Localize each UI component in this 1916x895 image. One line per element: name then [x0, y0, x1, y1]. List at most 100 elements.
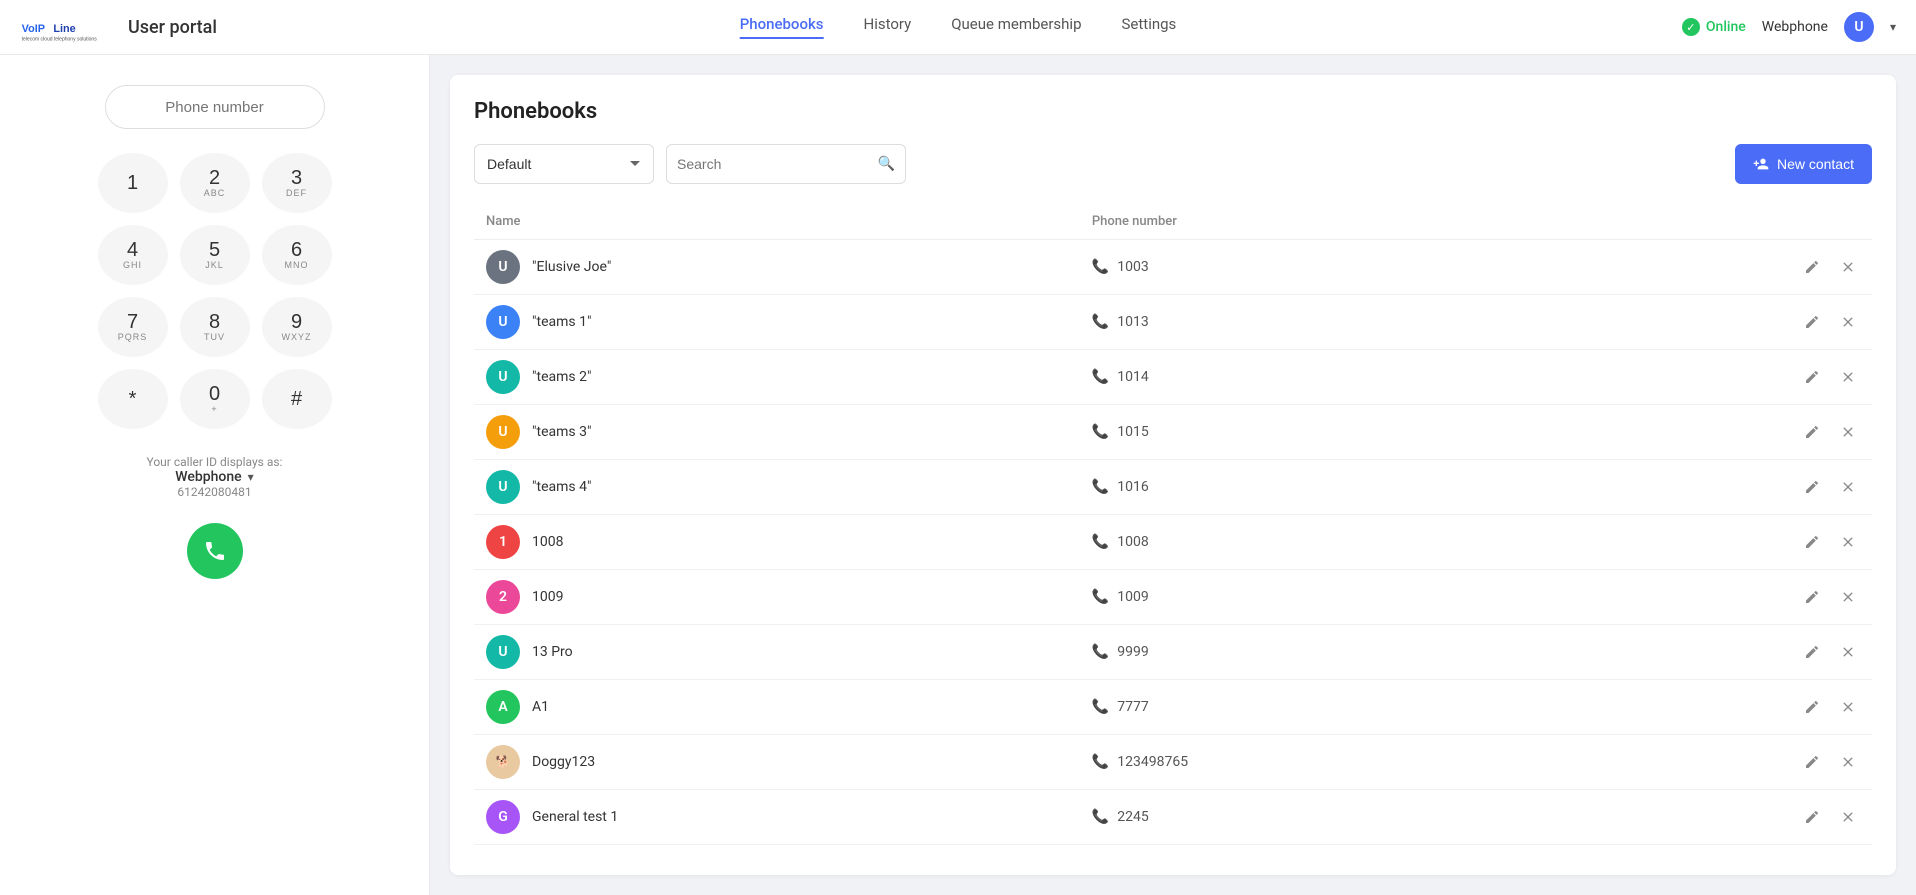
dial-key-0[interactable]: 0+	[180, 369, 250, 429]
dial-key-7[interactable]: 7PQRS	[98, 297, 168, 357]
delete-contact-button[interactable]	[1836, 530, 1860, 554]
edit-icon	[1804, 589, 1820, 605]
phone-icon: 📞	[1092, 699, 1109, 715]
delete-contact-button[interactable]	[1836, 475, 1860, 499]
delete-contact-button[interactable]	[1836, 365, 1860, 389]
contact-phone-number: 1016	[1117, 479, 1148, 495]
webphone-label: Webphone	[1762, 19, 1828, 35]
dial-key-5[interactable]: 5JKL	[180, 225, 250, 285]
search-input[interactable]	[677, 156, 870, 172]
contact-phone-number: 123498765	[1117, 754, 1188, 770]
phonebooks-toolbar: Default 🔍 New contact	[474, 144, 1872, 184]
contact-name-cell: U "teams 1"	[474, 295, 1080, 350]
contact-name: 1009	[532, 589, 563, 605]
main-layout: 12ABC3DEF4GHI5JKL6MNO7PQRS8TUV9WXYZ*0+# …	[0, 55, 1916, 895]
close-icon	[1840, 314, 1856, 330]
contact-name: "teams 4"	[532, 479, 591, 495]
contact-avatar: 🐕	[486, 745, 520, 779]
phone-number-input[interactable]	[105, 85, 325, 129]
contact-actions-cell	[1546, 735, 1872, 790]
phone-call-icon	[203, 539, 227, 563]
edit-contact-button[interactable]	[1800, 475, 1824, 499]
delete-contact-button[interactable]	[1836, 255, 1860, 279]
delete-contact-button[interactable]	[1836, 695, 1860, 719]
caller-id-name[interactable]: Webphone ▾	[147, 469, 283, 485]
edit-contact-button[interactable]	[1800, 310, 1824, 334]
main-nav: Phonebooks History Queue membership Sett…	[740, 15, 1177, 39]
dial-key-4[interactable]: 4GHI	[98, 225, 168, 285]
contact-phone-cell: 📞 1015	[1080, 405, 1546, 460]
contact-name: "teams 3"	[532, 424, 591, 440]
delete-contact-button[interactable]	[1836, 640, 1860, 664]
phone-icon: 📞	[1092, 369, 1109, 385]
caller-id-chevron-icon: ▾	[248, 470, 254, 484]
delete-contact-button[interactable]	[1836, 585, 1860, 609]
contact-phone-number: 1008	[1117, 534, 1148, 550]
contact-phone-number: 9999	[1117, 644, 1148, 660]
edit-icon	[1804, 699, 1820, 715]
contact-phone-number: 1013	[1117, 314, 1148, 330]
nav-settings[interactable]: Settings	[1122, 15, 1177, 39]
dial-key-3[interactable]: 3DEF	[262, 153, 332, 213]
col-header-name: Name	[474, 204, 1080, 240]
edit-contact-button[interactable]	[1800, 640, 1824, 664]
contact-name-cell: U "teams 4"	[474, 460, 1080, 515]
dial-key-2[interactable]: 2ABC	[180, 153, 250, 213]
call-button[interactable]	[187, 523, 243, 579]
delete-contact-button[interactable]	[1836, 805, 1860, 829]
svg-text:VoIP: VoIP	[22, 23, 45, 35]
dial-key-#[interactable]: #	[262, 369, 332, 429]
contact-name: 13 Pro	[532, 644, 573, 660]
edit-contact-button[interactable]	[1800, 585, 1824, 609]
contact-phone-cell: 📞 1013	[1080, 295, 1546, 350]
edit-contact-button[interactable]	[1800, 750, 1824, 774]
svg-text:telecom cloud telephony soluti: telecom cloud telephony solutions	[22, 36, 98, 42]
contact-avatar: G	[486, 800, 520, 834]
contact-actions-cell	[1546, 625, 1872, 680]
phone-icon: 📞	[1092, 424, 1109, 440]
dial-key-*[interactable]: *	[98, 369, 168, 429]
phone-icon: 📞	[1092, 644, 1109, 660]
edit-contact-button[interactable]	[1800, 695, 1824, 719]
contact-actions-cell	[1546, 460, 1872, 515]
contact-avatar: U	[486, 305, 520, 339]
delete-contact-button[interactable]	[1836, 310, 1860, 334]
table-row: U 13 Pro 📞 9999	[474, 625, 1872, 680]
dial-key-8[interactable]: 8TUV	[180, 297, 250, 357]
phone-icon: 📞	[1092, 314, 1109, 330]
edit-contact-button[interactable]	[1800, 255, 1824, 279]
contact-name: "teams 1"	[532, 314, 591, 330]
edit-contact-button[interactable]	[1800, 365, 1824, 389]
user-menu-chevron-icon[interactable]: ▾	[1890, 20, 1896, 34]
contact-avatar: U	[486, 415, 520, 449]
phone-icon: 📞	[1092, 479, 1109, 495]
phonebook-dropdown[interactable]: Default	[474, 144, 654, 184]
dial-key-6[interactable]: 6MNO	[262, 225, 332, 285]
contact-name: 1008	[532, 534, 563, 550]
nav-queue-membership[interactable]: Queue membership	[951, 15, 1081, 39]
contact-name-cell: 🐕 Doggy123	[474, 735, 1080, 790]
contact-actions-cell	[1546, 680, 1872, 735]
edit-contact-button[interactable]	[1800, 805, 1824, 829]
delete-contact-button[interactable]	[1836, 420, 1860, 444]
user-avatar-button[interactable]: U	[1844, 12, 1874, 42]
edit-contact-button[interactable]	[1800, 530, 1824, 554]
contact-name-cell: U 13 Pro	[474, 625, 1080, 680]
new-contact-button[interactable]: New contact	[1735, 144, 1872, 184]
online-dot-icon: ✓	[1682, 18, 1700, 36]
dial-key-1[interactable]: 1	[98, 153, 168, 213]
nav-history[interactable]: History	[864, 15, 912, 39]
edit-contact-button[interactable]	[1800, 420, 1824, 444]
edit-icon	[1804, 424, 1820, 440]
dial-key-9[interactable]: 9WXYZ	[262, 297, 332, 357]
nav-phonebooks[interactable]: Phonebooks	[740, 15, 824, 39]
contact-phone-cell: 📞 1008	[1080, 515, 1546, 570]
phone-icon: 📞	[1092, 589, 1109, 605]
contact-avatar: 1	[486, 525, 520, 559]
contact-actions-cell	[1546, 790, 1872, 845]
col-header-phone: Phone number	[1080, 204, 1546, 240]
edit-icon	[1804, 369, 1820, 385]
delete-contact-button[interactable]	[1836, 750, 1860, 774]
contact-name: A1	[532, 699, 549, 715]
table-row: 🐕 Doggy123 📞 123498765	[474, 735, 1872, 790]
